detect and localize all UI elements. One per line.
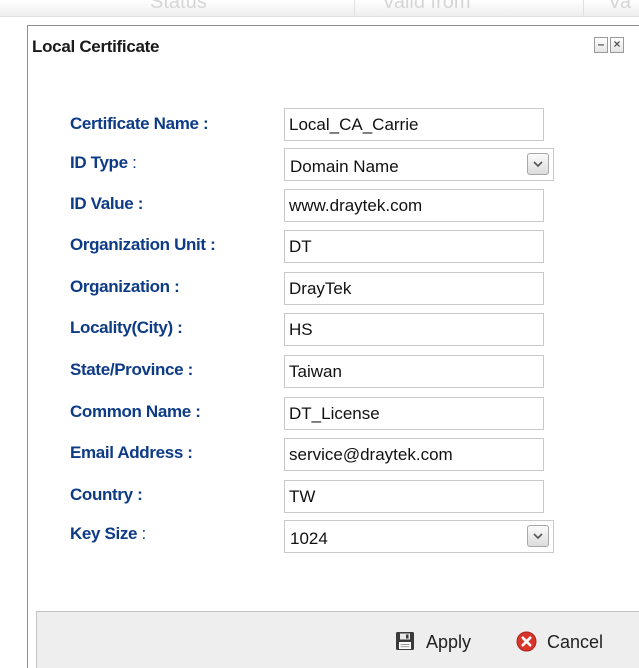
- certificate-name-input[interactable]: Local_CA_Carrie: [284, 108, 544, 141]
- organization-label: Organization :: [70, 277, 180, 296]
- id-type-label-text: ID Type: [70, 153, 128, 172]
- locality-input[interactable]: HS: [284, 313, 544, 346]
- minimize-button[interactable]: –: [594, 37, 608, 53]
- id-value-label: ID Value :: [70, 194, 144, 213]
- state-province-input[interactable]: Taiwan: [284, 355, 544, 388]
- country-input[interactable]: TW: [284, 480, 544, 513]
- background-column-valid-to: Va: [608, 0, 631, 13]
- id-type-dropdown-button[interactable]: [527, 153, 549, 175]
- chevron-down-icon: [533, 161, 543, 168]
- id-type-label-colon: :: [127, 153, 137, 172]
- id-type-label: ID Type :: [70, 153, 137, 173]
- locality-label: Locality(City) :: [70, 318, 183, 337]
- key-size-dropdown-button[interactable]: [527, 525, 549, 547]
- dialog-titlebar: Local Certificate – ×: [28, 26, 639, 66]
- cancel-button-label: Cancel: [547, 632, 604, 652]
- apply-button[interactable]: Apply: [395, 628, 495, 656]
- background-column-divider: [354, 0, 355, 16]
- state-province-label: State/Province :: [70, 360, 193, 379]
- red-x-circle-icon: [516, 631, 537, 652]
- dialog-footer: Apply Cancel: [36, 611, 639, 668]
- key-size-select[interactable]: 1024: [284, 520, 554, 553]
- country-label: Country :: [70, 485, 143, 504]
- background-column-valid-from: Valid from: [382, 0, 471, 13]
- id-type-select[interactable]: Domain Name: [284, 148, 554, 181]
- key-size-label: Key Size :: [70, 524, 146, 544]
- close-button[interactable]: ×: [610, 37, 624, 53]
- id-value-input[interactable]: www.draytek.com: [284, 189, 544, 222]
- key-size-label-colon: :: [137, 524, 147, 543]
- organization-unit-label: Organization Unit :: [70, 235, 216, 254]
- chevron-down-icon: [533, 533, 543, 540]
- common-name-label: Common Name :: [70, 402, 201, 421]
- page: Status Valid from Va Local Certificate –…: [0, 0, 639, 668]
- key-size-label-text: Key Size: [70, 524, 138, 543]
- background-column-divider: [583, 0, 584, 16]
- dialog-title: Local Certificate: [32, 37, 160, 56]
- organization-input[interactable]: DrayTek: [284, 272, 544, 305]
- common-name-input[interactable]: DT_License: [284, 397, 544, 430]
- organization-unit-input[interactable]: DT: [284, 230, 544, 263]
- email-address-label: Email Address :: [70, 443, 193, 462]
- background-column-status: Status: [150, 0, 207, 13]
- floppy-disk-icon: [396, 632, 414, 650]
- local-certificate-dialog: Local Certificate – × Certificate Name :…: [27, 25, 639, 668]
- certificate-name-label: Certificate Name :: [70, 114, 209, 133]
- cancel-button[interactable]: Cancel: [516, 628, 626, 656]
- email-address-input[interactable]: service@draytek.com: [284, 438, 544, 471]
- id-type-selected-value: Domain Name: [290, 157, 399, 176]
- key-size-selected-value: 1024: [290, 529, 328, 548]
- apply-button-label: Apply: [426, 632, 472, 652]
- background-table-header: Status Valid from Va: [0, 0, 639, 17]
